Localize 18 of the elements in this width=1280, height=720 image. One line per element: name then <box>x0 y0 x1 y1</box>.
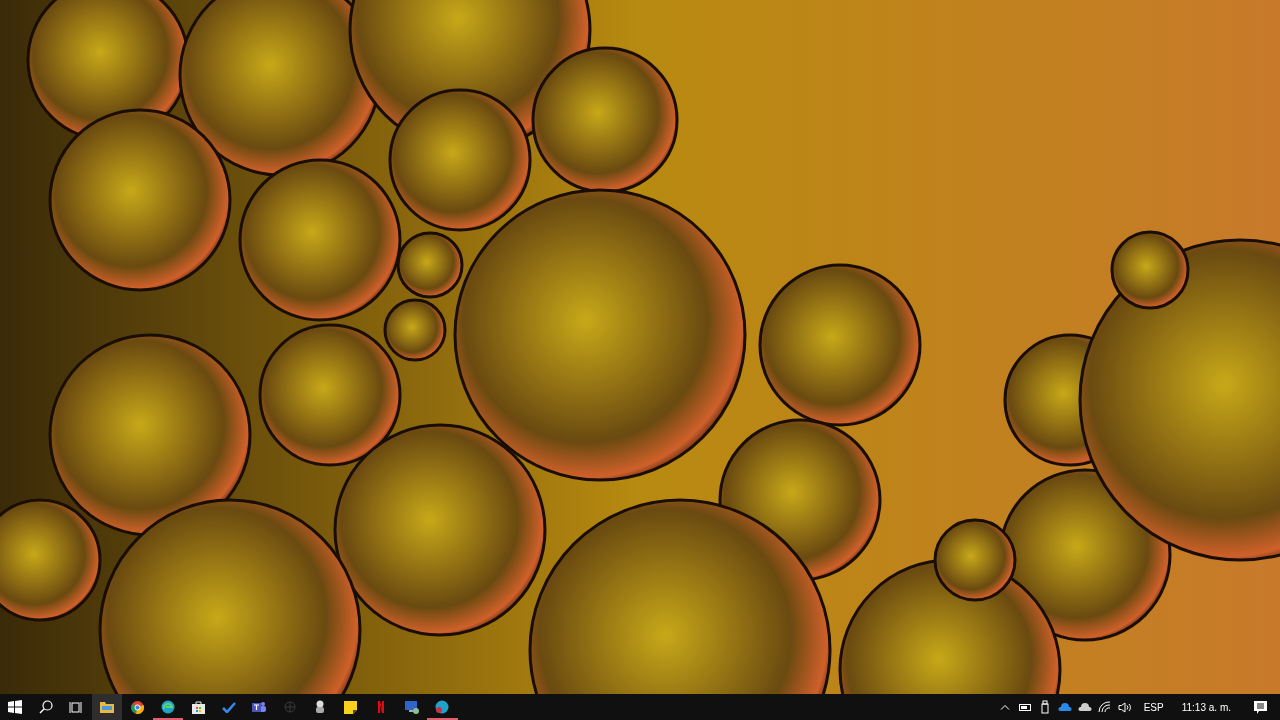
browser-icon <box>435 700 450 714</box>
monitor-icon <box>404 700 419 714</box>
language-indicator[interactable]: ESP <box>1134 694 1173 720</box>
checkmark-icon <box>221 701 236 713</box>
notification-icon <box>1253 700 1267 714</box>
browser-icon <box>160 700 175 714</box>
start-icon <box>8 700 23 714</box>
team-chat-icon <box>252 700 267 714</box>
folder-icon <box>99 701 114 713</box>
taskbar-button[interactable] <box>91 694 122 720</box>
task-view-icon <box>69 700 84 714</box>
search-icon <box>38 700 53 714</box>
shopping-bag-icon <box>191 700 205 714</box>
browser-icon <box>130 700 144 714</box>
globe-icon <box>283 701 296 713</box>
clock[interactable]: 11:13 a. m. <box>1172 694 1240 720</box>
figure-icon <box>314 700 327 714</box>
sticky-note-icon <box>344 700 358 714</box>
